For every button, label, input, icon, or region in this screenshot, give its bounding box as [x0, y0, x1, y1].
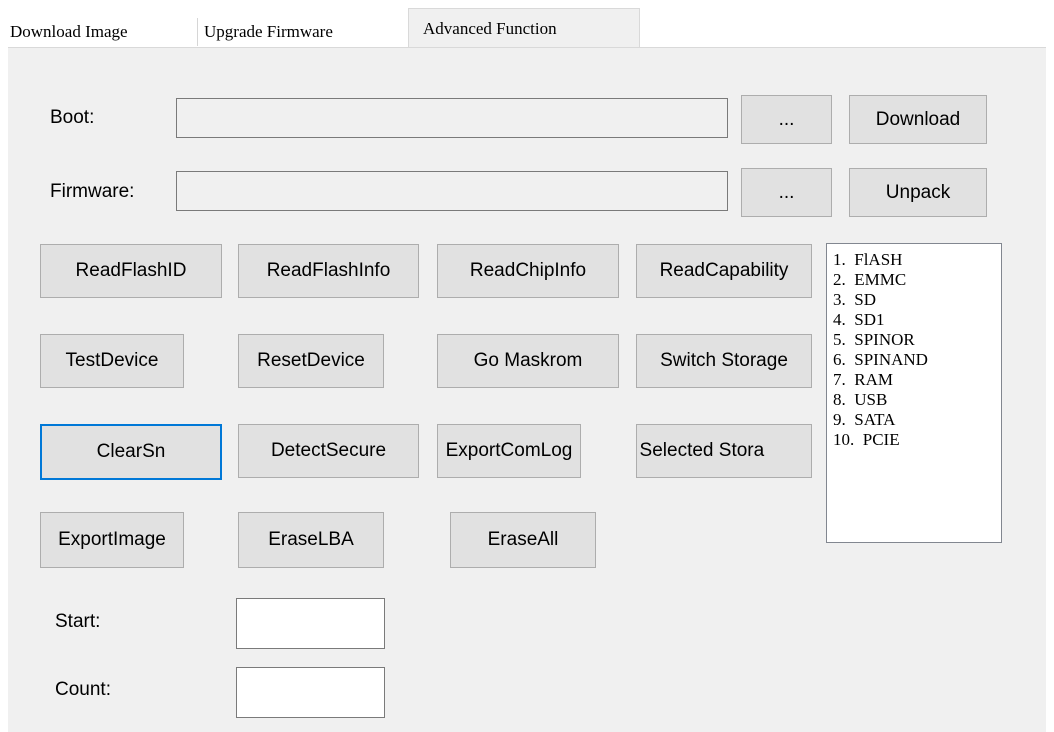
download-button[interactable]: Download: [849, 95, 987, 144]
firmware-path-field[interactable]: [176, 171, 728, 211]
list-item[interactable]: 2. EMMC: [833, 270, 1001, 290]
list-item[interactable]: 1. FlASH: [833, 250, 1001, 270]
unpack-button[interactable]: Unpack: [849, 168, 987, 217]
erase-all-button[interactable]: EraseAll: [450, 512, 596, 568]
erase-lba-button[interactable]: EraseLBA: [238, 512, 384, 568]
tab-upgrade-firmware[interactable]: Upgrade Firmware: [197, 18, 407, 46]
reset-device-button[interactable]: ResetDevice: [238, 334, 384, 388]
read-flash-id-button[interactable]: ReadFlashID: [40, 244, 222, 298]
count-input[interactable]: [236, 667, 385, 718]
boot-path-field[interactable]: [176, 98, 728, 138]
read-chip-info-button[interactable]: ReadChipInfo: [437, 244, 619, 298]
list-item[interactable]: 6. SPINAND: [833, 350, 1001, 370]
list-item[interactable]: 7. RAM: [833, 370, 1001, 390]
tab-advanced-function[interactable]: Advanced Function: [408, 8, 640, 48]
get-selected-storage-label: t Selected Stora: [636, 440, 765, 461]
boot-label: Boot:: [50, 107, 95, 128]
detect-secure-button[interactable]: DetectSecure: [238, 424, 419, 478]
export-com-log-button[interactable]: ExportComLog: [437, 424, 581, 478]
export-image-button[interactable]: ExportImage: [40, 512, 184, 568]
switch-storage-button[interactable]: Switch Storage: [636, 334, 812, 388]
read-capability-button[interactable]: ReadCapability: [636, 244, 812, 298]
start-input[interactable]: [236, 598, 385, 649]
firmware-browse-button[interactable]: ...: [741, 168, 832, 217]
list-item[interactable]: 4. SD1: [833, 310, 1001, 330]
list-item[interactable]: 3. SD: [833, 290, 1001, 310]
tab-download-image[interactable]: Download Image: [4, 18, 191, 46]
tab-strip: Download Image Upgrade Firmware Advanced…: [0, 0, 1054, 48]
boot-browse-button[interactable]: ...: [741, 95, 832, 144]
list-item[interactable]: 10. PCIE: [833, 430, 1001, 450]
test-device-button[interactable]: TestDevice: [40, 334, 184, 388]
clear-sn-button[interactable]: ClearSn: [40, 424, 222, 480]
list-item[interactable]: 9. SATA: [833, 410, 1001, 430]
list-item[interactable]: 8. USB: [833, 390, 1001, 410]
storage-listbox[interactable]: 1. FlASH 2. EMMC 3. SD 4. SD1 5. SPINOR …: [826, 243, 1002, 543]
list-item[interactable]: 5. SPINOR: [833, 330, 1001, 350]
firmware-label: Firmware:: [50, 181, 135, 202]
go-maskrom-button[interactable]: Go Maskrom: [437, 334, 619, 388]
get-selected-storage-button[interactable]: t Selected Stora: [636, 424, 812, 478]
count-label: Count:: [55, 679, 111, 700]
read-flash-info-button[interactable]: ReadFlashInfo: [238, 244, 419, 298]
start-label: Start:: [55, 611, 101, 632]
